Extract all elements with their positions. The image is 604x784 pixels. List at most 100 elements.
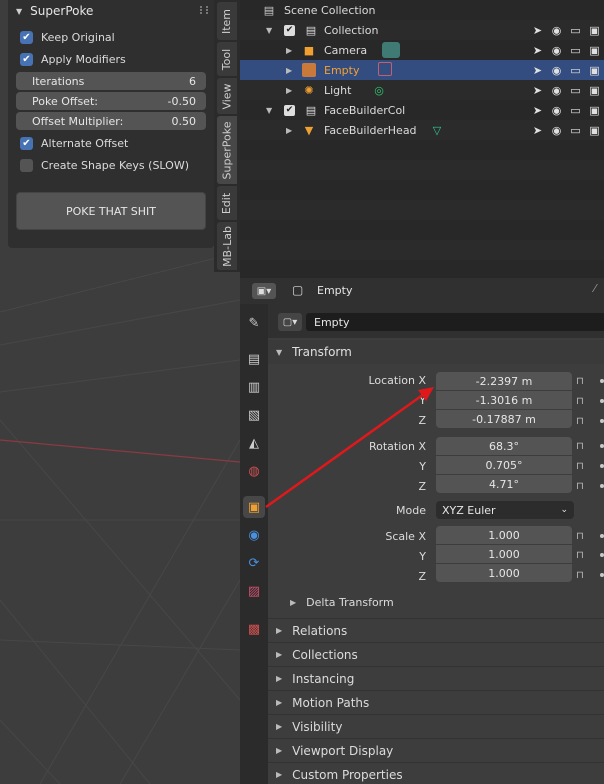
image-data-icon[interactable] (378, 62, 392, 76)
instancing-panel[interactable]: ▶ Instancing (268, 666, 604, 690)
texture-icon[interactable]: ▩ (243, 618, 265, 640)
scale-z-field[interactable]: 1.000 (436, 564, 572, 582)
camera-data-icon[interactable] (382, 42, 400, 58)
rotation-z-field[interactable]: 4.71° (436, 475, 572, 493)
collections-panel[interactable]: ▶ Collections (268, 642, 604, 666)
tab-tool[interactable]: Tool (217, 42, 237, 76)
monitor-icon[interactable]: ▭ (566, 124, 585, 137)
exclude-checkbox-icon[interactable]: ✔ (284, 104, 295, 116)
object-properties-icon[interactable]: ▣ (243, 496, 265, 518)
eye-icon[interactable]: ◉ (547, 104, 566, 117)
checkbox-unchecked-icon[interactable] (20, 158, 33, 172)
transform-panel-header[interactable]: ▼ Transform (268, 340, 604, 364)
monitor-icon[interactable]: ▭ (566, 24, 585, 37)
mesh-data-icon[interactable]: ▽ (430, 123, 444, 137)
outliner-row-camera[interactable]: ▶ ■ Camera ➤ ◉ ▭ ▣ (240, 40, 604, 60)
render-camera-icon[interactable]: ▣ (585, 64, 604, 77)
outliner-row-scene-collection[interactable]: ▤ Scene Collection (240, 0, 604, 20)
expand-right-icon[interactable]: ▶ (286, 46, 292, 55)
lock-icon[interactable]: ⊓ (576, 550, 586, 561)
outliner-row-facebuilder-col[interactable]: ▼ ✔ ▤ FaceBuilderCol ➤ ◉ ▭ ▣ (240, 100, 604, 120)
3d-viewport[interactable]: ▼ SuperPoke ✔ Keep Original ✔ Apply Modi… (0, 0, 240, 784)
expand-right-icon[interactable]: ▶ (276, 650, 282, 659)
monitor-icon[interactable]: ▭ (566, 64, 585, 77)
keyframe-dot-icon[interactable] (600, 419, 604, 423)
monitor-icon[interactable]: ▭ (566, 104, 585, 117)
scale-y-field[interactable]: 1.000 (436, 545, 572, 563)
expand-right-icon[interactable]: ▶ (276, 746, 282, 755)
tab-mb-lab[interactable]: MB-Lab (217, 222, 237, 270)
lock-icon[interactable]: ⊓ (576, 461, 586, 472)
expand-right-icon[interactable]: ▶ (276, 626, 282, 635)
select-arrow-icon[interactable]: ➤ (528, 84, 547, 97)
lock-icon[interactable]: ⊓ (576, 531, 586, 542)
constraints-icon[interactable]: ⟳ (243, 552, 265, 574)
expand-right-icon[interactable]: ▶ (286, 86, 292, 95)
render-camera-icon[interactable]: ▣ (585, 124, 604, 137)
object-type-dropdown-icon[interactable]: ▢▾ (278, 313, 302, 331)
expand-down-icon[interactable]: ▼ (266, 26, 272, 35)
eye-icon[interactable]: ◉ (547, 84, 566, 97)
outliner-row-facebuilder-head[interactable]: ▶ ▼ FaceBuilderHead ▽ ➤ ◉ ▭ ▣ (240, 120, 604, 140)
drag-grip-icon[interactable] (200, 6, 208, 14)
outliner-row-empty[interactable]: ▶ Empty ➤ ◉ ▭ ▣ (240, 60, 604, 80)
expand-down-icon[interactable]: ▼ (266, 106, 272, 115)
expand-right-icon[interactable]: ▶ (276, 770, 282, 779)
select-arrow-icon[interactable]: ➤ (528, 64, 547, 77)
tab-superpoke[interactable]: SuperPoke (217, 116, 237, 184)
offset-multiplier-field[interactable]: Offset Multiplier: 0.50 (16, 112, 206, 130)
monitor-icon[interactable]: ▭ (566, 44, 585, 57)
location-z-field[interactable]: -0.17887 m (436, 410, 572, 428)
lock-icon[interactable]: ⊓ (576, 570, 586, 581)
expand-right-icon[interactable]: ▶ (286, 126, 292, 135)
light-data-icon[interactable]: ◎ (372, 83, 386, 97)
relations-panel[interactable]: ▶ Relations (268, 618, 604, 642)
object-name-field[interactable]: Empty (306, 313, 604, 331)
checkbox-checked-icon[interactable]: ✔ (20, 30, 33, 44)
collapse-caret-icon[interactable]: ▼ (16, 7, 22, 16)
keyframe-dot-icon[interactable] (600, 444, 604, 448)
keyframe-dot-icon[interactable] (600, 379, 604, 383)
world-icon[interactable]: ◍ (243, 460, 265, 482)
delta-transform-subpanel[interactable]: ▶ Delta Transform (276, 596, 394, 609)
tab-item[interactable]: Item (217, 2, 237, 40)
scale-x-field[interactable]: 1.000 (436, 526, 572, 544)
keyframe-dot-icon[interactable] (600, 399, 604, 403)
expand-right-icon[interactable]: ▶ (286, 66, 292, 75)
select-arrow-icon[interactable]: ➤ (528, 44, 547, 57)
editor-type-icon[interactable]: ▣▾ (252, 283, 276, 299)
expand-down-icon[interactable]: ▼ (276, 348, 282, 357)
motion-paths-panel[interactable]: ▶ Motion Paths (268, 690, 604, 714)
lock-icon[interactable]: ⊓ (576, 441, 586, 452)
visibility-panel[interactable]: ▶ Visibility (268, 714, 604, 738)
create-shape-keys-checkbox[interactable]: Create Shape Keys (SLOW) (16, 154, 206, 176)
tab-edit[interactable]: Edit (217, 186, 237, 220)
render-camera-icon[interactable]: ▣ (585, 44, 604, 57)
lock-icon[interactable]: ⊓ (576, 376, 586, 387)
alternate-offset-checkbox[interactable]: ✔ Alternate Offset (16, 132, 206, 154)
rotation-mode-dropdown[interactable]: XYZ Euler ⌄ (436, 501, 574, 519)
keyframe-dot-icon[interactable] (600, 553, 604, 557)
select-arrow-icon[interactable]: ➤ (528, 24, 547, 37)
checkbox-checked-icon[interactable]: ✔ (20, 136, 33, 150)
keyframe-dot-icon[interactable] (600, 573, 604, 577)
viewport-display-panel[interactable]: ▶ Viewport Display (268, 738, 604, 762)
render-camera-icon[interactable]: ▣ (585, 84, 604, 97)
apply-modifiers-checkbox[interactable]: ✔ Apply Modifiers (16, 48, 206, 70)
expand-right-icon[interactable]: ▶ (290, 598, 296, 607)
eye-icon[interactable]: ◉ (547, 124, 566, 137)
lock-icon[interactable]: ⊓ (576, 416, 586, 427)
expand-right-icon[interactable]: ▶ (276, 674, 282, 683)
rotation-x-field[interactable]: 68.3° (436, 437, 572, 455)
select-arrow-icon[interactable]: ➤ (528, 104, 547, 117)
custom-properties-panel[interactable]: ▶ Custom Properties (268, 762, 604, 784)
poke-button[interactable]: POKE THAT SHIT (16, 192, 206, 230)
eye-icon[interactable]: ◉ (547, 64, 566, 77)
checkbox-checked-icon[interactable]: ✔ (20, 52, 33, 66)
location-x-field[interactable]: -2.2397 m (436, 372, 572, 390)
expand-right-icon[interactable]: ▶ (276, 722, 282, 731)
expand-right-icon[interactable]: ▶ (276, 698, 282, 707)
outliner-row-light[interactable]: ▶ ✺ Light ◎ ➤ ◉ ▭ ▣ (240, 80, 604, 100)
output-icon[interactable]: ▥ (243, 376, 265, 398)
exclude-checkbox-icon[interactable]: ✔ (284, 24, 295, 36)
